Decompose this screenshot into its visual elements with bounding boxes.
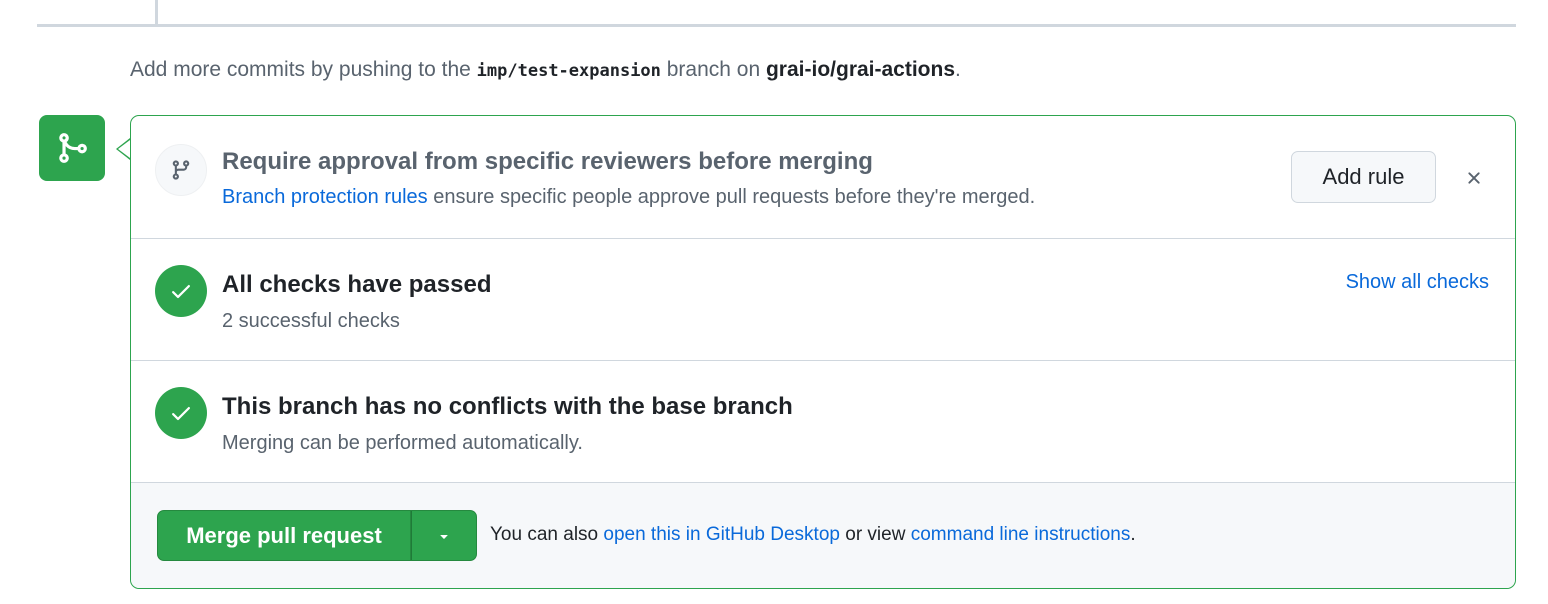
command-line-instructions-link[interactable]: command line instructions — [911, 524, 1131, 545]
show-all-checks-link[interactable]: Show all checks — [1346, 271, 1489, 294]
commit-hint-suffix: . — [955, 58, 961, 81]
reviewers-section: Require approval from specific reviewers… — [131, 116, 1515, 239]
branch-name: imp/test-expansion — [476, 61, 661, 81]
commit-hint: Add more commits by pushing to the imp/t… — [130, 58, 961, 82]
reviewers-description-text: ensure specific people approve pull requ… — [427, 186, 1036, 208]
merge-box: Require approval from specific reviewers… — [130, 115, 1516, 589]
checks-subtitle: 2 successful checks — [222, 310, 400, 332]
reviewers-description: Branch protection rules ensure specific … — [222, 186, 1035, 209]
repo-name: grai-io/grai-actions — [765, 58, 956, 81]
git-branch-icon — [155, 144, 207, 196]
conflicts-title: This branch has no conflicts with the ba… — [222, 393, 793, 420]
close-icon[interactable] — [1457, 161, 1491, 195]
checks-title: All checks have passed — [222, 271, 492, 298]
branch-protection-rules-link[interactable]: Branch protection rules — [222, 186, 428, 208]
merge-box-pointer-fill — [118, 140, 130, 158]
timeline-line — [155, 0, 158, 25]
commit-hint-prefix: Add more commits by pushing to the — [130, 58, 477, 81]
conflicts-subtitle: Merging can be performed automatically. — [222, 432, 583, 454]
check-icon — [155, 387, 207, 439]
reviewers-title: Require approval from specific reviewers… — [222, 148, 873, 175]
alt-suffix: . — [1130, 524, 1136, 545]
git-merge-icon — [39, 115, 105, 181]
triangle-down-icon — [440, 534, 448, 539]
conflicts-section: This branch has no conflicts with the ba… — [131, 361, 1515, 483]
merge-actions-section: Merge pull request You can also open thi… — [131, 483, 1515, 588]
alt-prefix: You can also — [490, 524, 604, 545]
pull-request-merge-page: Add more commits by pushing to the imp/t… — [0, 0, 1548, 604]
merge-button-group: Merge pull request — [157, 510, 477, 561]
merge-options-dropdown[interactable] — [411, 510, 477, 561]
checks-section: All checks have passed 2 successful chec… — [131, 239, 1515, 361]
github-desktop-link[interactable]: open this in GitHub Desktop — [603, 524, 840, 545]
merge-pull-request-button[interactable]: Merge pull request — [157, 510, 411, 561]
add-rule-button[interactable]: Add rule — [1291, 151, 1436, 203]
merge-alternatives-text: You can also open this in GitHub Desktop… — [490, 524, 1136, 546]
check-icon — [155, 265, 207, 317]
alt-middle: or view — [839, 524, 911, 545]
commit-hint-middle: branch on — [660, 58, 766, 81]
timeline-divider — [37, 24, 1516, 27]
